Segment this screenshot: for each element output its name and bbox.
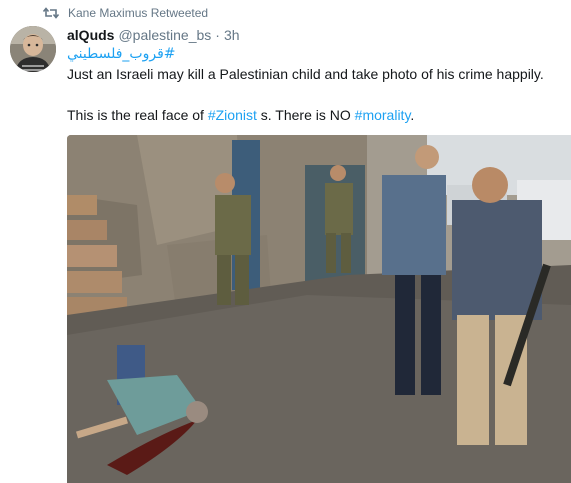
hashtag-link-morality[interactable]: #morality: [355, 107, 411, 123]
text-segment: This is the real face of: [67, 107, 208, 123]
retweet-icon: [42, 6, 60, 20]
tweet-text-line-1: Just an Israeli may kill a Palestinian c…: [67, 66, 544, 82]
retweet-label[interactable]: Kane Maximus Retweeted: [68, 6, 208, 20]
avatar[interactable]: [10, 26, 56, 72]
display-name[interactable]: alQuds: [67, 27, 114, 43]
hashtag-link-zionist[interactable]: #Zionist: [208, 107, 257, 123]
text-segment: .: [410, 107, 415, 123]
text-segment: s. There is NO: [256, 107, 355, 123]
hashtag-link-arabic[interactable]: #قروب_فلسطيني: [67, 46, 176, 62]
timestamp[interactable]: 3h: [224, 27, 240, 43]
separator-dot: ·: [215, 27, 220, 43]
tweet-media-photo[interactable]: [67, 135, 571, 483]
arabic-hashtag-line: #قروب_فلسطيني: [67, 46, 176, 62]
tweet-header: alQuds @palestine_bs · 3h: [67, 27, 240, 43]
retweet-context: Kane Maximus Retweeted: [42, 5, 208, 21]
screen-name[interactable]: @palestine_bs: [118, 27, 211, 43]
tweet-text-line-2: This is the real face of #Zionist s. The…: [67, 106, 414, 124]
